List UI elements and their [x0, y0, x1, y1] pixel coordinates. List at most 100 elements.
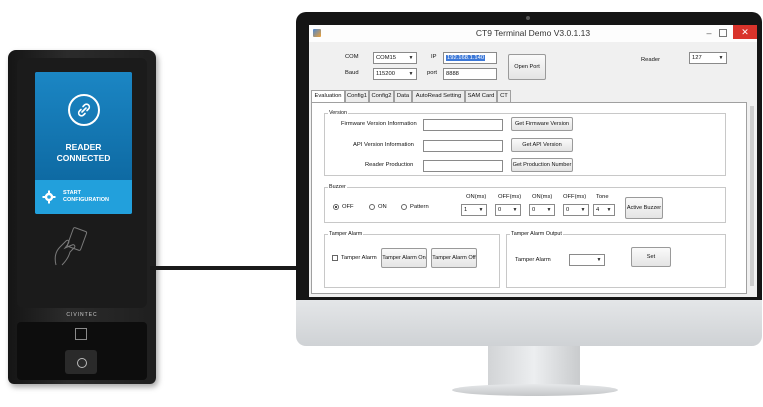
- tab-config1[interactable]: Config1: [345, 90, 369, 102]
- reader-select[interactable]: 127 ▼: [689, 52, 727, 64]
- card-reader-device: READER CONNECTED START CONFIGURATION CIV…: [8, 50, 156, 384]
- baud-select[interactable]: 115200 ▼: [373, 68, 417, 80]
- tamper-alarm-output-label: Tamper Alarm: [515, 257, 551, 263]
- on-ms-value-2: 0: [532, 207, 536, 213]
- reader-status-text: READER CONNECTED: [35, 142, 132, 164]
- active-buzzer-button[interactable]: Active Buzzer: [625, 197, 663, 219]
- radio-off-label: OFF: [342, 204, 354, 210]
- ip-value: 192.168.1.140: [446, 55, 486, 61]
- port-value: 8888: [446, 71, 459, 77]
- app-window: CT9 Terminal Demo V3.0.1.13 – ✕ COM COM1…: [309, 25, 757, 297]
- maximize-button[interactable]: [719, 29, 727, 37]
- chevron-down-icon: ▼: [606, 207, 612, 213]
- baud-value: 115200: [376, 71, 395, 77]
- on-ms-value-1: 1: [464, 207, 468, 213]
- tab-autoread-setting[interactable]: AutoRead Setting: [412, 90, 465, 102]
- version-group-title: Version: [328, 110, 348, 116]
- tamper-alarm-checkbox-label: Tamper Alarm: [341, 255, 377, 261]
- tone-select[interactable]: 4 ▼: [593, 204, 615, 216]
- radio-off[interactable]: [333, 204, 339, 210]
- hand-card-tap-icon: [54, 227, 88, 266]
- start-configuration-text: START CONFIGURATION: [63, 190, 109, 203]
- on-ms-select-1[interactable]: 1 ▼: [461, 204, 487, 216]
- evaluation-panel: Version Firmware Version Information Get…: [311, 102, 747, 294]
- get-api-version-button[interactable]: Get API Version: [511, 138, 573, 152]
- reader-lower-panel: [17, 322, 147, 380]
- tamper-alarm-off-button[interactable]: Tamper Alarm Off: [431, 248, 477, 268]
- tab-config2[interactable]: Config2: [369, 90, 394, 102]
- tone-value: 4: [596, 207, 600, 213]
- tamper-alarm-output-group: Tamper Alarm Output Tamper Alarm ▼ Set: [506, 231, 726, 288]
- reader-status-line1: READER: [65, 142, 102, 152]
- radio-pattern[interactable]: [401, 204, 407, 210]
- off-ms-label-2: OFF(ms): [563, 194, 587, 200]
- reader-production-label: Reader Production: [365, 162, 414, 168]
- api-version-field[interactable]: [423, 140, 503, 152]
- scrollbar-thumb[interactable]: [750, 106, 754, 286]
- off-ms-value-1: 0: [498, 207, 502, 213]
- scanner-window: [65, 350, 97, 374]
- off-ms-select-1[interactable]: 0 ▼: [495, 204, 521, 216]
- set-button[interactable]: Set: [631, 247, 671, 267]
- off-ms-select-2[interactable]: 0 ▼: [563, 204, 589, 216]
- monitor-stand-foot: [452, 384, 618, 396]
- reader-screen: READER CONNECTED START CONFIGURATION: [35, 72, 132, 214]
- off-ms-value-2: 0: [566, 207, 570, 213]
- chevron-down-icon: ▼: [580, 207, 586, 213]
- monitor-stand-neck: [488, 346, 580, 388]
- tab-sam-card[interactable]: SAM Card: [465, 90, 497, 102]
- com-select[interactable]: COM15 ▼: [373, 52, 417, 64]
- tamper-alarm-group-title: Tamper Alarm: [328, 231, 364, 237]
- title-bar: CT9 Terminal Demo V3.0.1.13 – ✕: [309, 25, 757, 42]
- chevron-down-icon: ▼: [512, 207, 518, 213]
- buzzer-group-title: Buzzer: [328, 184, 347, 190]
- on-ms-label-1: ON(ms): [466, 194, 487, 200]
- chevron-down-icon: ▼: [408, 55, 414, 61]
- off-ms-label-1: OFF(ms): [498, 194, 522, 200]
- tab-ct[interactable]: CT: [497, 90, 511, 102]
- radio-on[interactable]: [369, 204, 375, 210]
- ip-input[interactable]: 192.168.1.140: [443, 52, 497, 64]
- vertical-scrollbar[interactable]: [749, 102, 755, 294]
- chevron-down-icon: ▼: [546, 207, 552, 213]
- chevron-down-icon: ▼: [408, 71, 414, 77]
- on-ms-label-2: ON(ms): [532, 194, 553, 200]
- open-port-button[interactable]: Open Port: [508, 54, 546, 80]
- tab-data[interactable]: Data: [394, 90, 412, 102]
- radio-pattern-label: Pattern: [410, 204, 429, 210]
- port-input[interactable]: 8888: [443, 68, 497, 80]
- get-firmware-version-button[interactable]: Get Firmware Version: [511, 117, 573, 131]
- reader-status-line2: CONNECTED: [56, 153, 111, 163]
- version-group: Version Firmware Version Information Get…: [324, 110, 726, 176]
- reader-production-field[interactable]: [423, 160, 503, 172]
- connection-cable: [150, 266, 296, 270]
- tamper-alarm-output-title: Tamper Alarm Output: [510, 231, 563, 237]
- window-title: CT9 Terminal Demo V3.0.1.13: [475, 28, 591, 38]
- on-ms-select-2[interactable]: 0 ▼: [529, 204, 555, 216]
- com-value: COM15: [376, 55, 396, 61]
- tamper-alarm-checkbox[interactable]: [332, 255, 338, 261]
- tamper-alarm-on-button[interactable]: Tamper Alarm On: [381, 248, 427, 268]
- baud-label: Baud: [345, 70, 359, 76]
- ip-label: IP: [431, 54, 437, 60]
- get-production-number-button[interactable]: Get Production Number: [511, 158, 573, 172]
- minimize-button[interactable]: –: [703, 27, 715, 39]
- api-version-label: API Version Information: [353, 142, 414, 148]
- port-label: port: [427, 70, 437, 76]
- chevron-down-icon: ▼: [478, 207, 484, 213]
- close-button[interactable]: ✕: [733, 25, 757, 39]
- reader-label: Reader: [641, 57, 661, 63]
- webcam-dot: [526, 16, 530, 20]
- chevron-down-icon: ▼: [596, 257, 602, 263]
- chevron-down-icon: ▼: [718, 55, 724, 61]
- qr-icon: [75, 328, 87, 340]
- link-icon: [68, 94, 100, 126]
- buzzer-group: Buzzer OFF ON Pattern ON(ms) OFF(ms) ON(…: [324, 184, 726, 223]
- tamper-alarm-output-select[interactable]: ▼: [569, 254, 605, 266]
- gear-icon: [42, 190, 56, 204]
- reader-value: 127: [692, 55, 702, 61]
- config-line2: CONFIGURATION: [63, 196, 110, 203]
- radio-on-label: ON: [378, 204, 387, 210]
- reader-brand-label: CIVINTEC: [66, 312, 98, 318]
- firmware-field[interactable]: [423, 119, 503, 131]
